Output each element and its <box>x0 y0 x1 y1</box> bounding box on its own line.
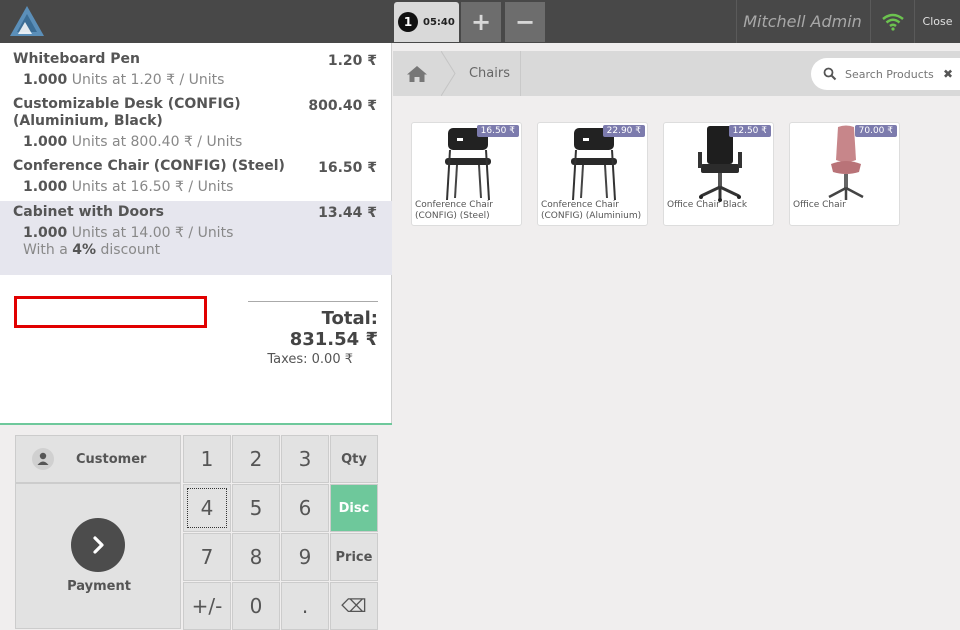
numpad-key-4[interactable]: 4 <box>183 484 231 532</box>
orderline-product-name: Cabinet with Doors <box>13 204 164 220</box>
numpad-key-dot[interactable]: . <box>281 582 329 630</box>
orderline-qty: 1.000 <box>23 72 68 88</box>
numpad-key-6[interactable]: 6 <box>281 484 329 532</box>
user-name: Mitchell Admin <box>736 0 868 43</box>
orderline-unit-info: Units at 14.00 ₹ / Units <box>71 225 234 241</box>
close-button[interactable]: Close <box>914 0 960 43</box>
orderline[interactable]: Whiteboard Pen 1.20 ₹ 1.000 Units at 1.2… <box>0 43 392 92</box>
orderline-info: 1.000 Units at 1.20 ₹ / Units <box>13 72 378 88</box>
add-order-button[interactable]: + <box>461 2 501 42</box>
orderline-price: 1.20 ₹ <box>327 53 377 69</box>
user-icon <box>32 448 54 470</box>
qty-mode-button[interactable]: Qty <box>330 435 378 483</box>
product-name: Conference Chair (CONFIG) (Aluminium) <box>541 200 642 221</box>
wifi-icon[interactable] <box>870 0 914 43</box>
orderline[interactable]: Customizable Desk (CONFIG) (Aluminium, B… <box>0 92 392 154</box>
numpad-key-plus-minus[interactable]: +/- <box>183 582 231 630</box>
numpad: 1 2 3 Qty 4 5 6 Disc 7 8 9 Price +/- 0 .… <box>183 435 379 630</box>
breadcrumb: Chairs ✖ <box>393 51 960 96</box>
orderline[interactable]: Conference Chair (CONFIG) (Steel) 16.50 … <box>0 154 392 199</box>
product-name: Office Chair Black <box>667 200 748 210</box>
numpad-key-5[interactable]: 5 <box>232 484 280 532</box>
search-box: ✖ <box>811 58 960 90</box>
product-catalog: Chairs ✖ 16.5 <box>393 43 960 628</box>
numpad-key-2[interactable]: 2 <box>232 435 280 483</box>
search-input[interactable] <box>845 67 941 81</box>
order-number-badge: 1 <box>398 12 418 32</box>
numpad-key-8[interactable]: 8 <box>232 533 280 581</box>
product-price-tag: 70.00 ₹ <box>854 125 897 137</box>
orderline-price: 13.44 ₹ <box>318 205 377 221</box>
order-taxes: Taxes: 0.00 ₹ <box>267 352 353 367</box>
orderline-qty: 1.000 <box>23 134 68 150</box>
orderline-unit-info: Units at 1.20 ₹ / Units <box>71 72 225 88</box>
clear-search-icon[interactable]: ✖ <box>943 67 953 81</box>
numpad-key-1[interactable]: 1 <box>183 435 231 483</box>
price-mode-button[interactable]: Price <box>330 533 378 581</box>
orderline-price: 800.40 ₹ <box>308 98 377 114</box>
product-card[interactable]: 12.50 ₹ Office Chair Black <box>663 122 774 226</box>
orderline-info: 1.000 Units at 800.40 ₹ / Units <box>13 134 378 150</box>
product-price-tag: 12.50 ₹ <box>728 125 771 137</box>
orderline-qty: 1.000 <box>23 179 68 195</box>
disc-mode-button[interactable]: Disc <box>330 484 378 532</box>
payment-button[interactable]: Payment <box>15 483 181 629</box>
product-card[interactable]: 16.50 ₹ Conference Chair (CONFIG) (Steel… <box>411 122 522 226</box>
person-icon <box>37 452 49 465</box>
orderline-product-name: Whiteboard Pen <box>13 51 141 67</box>
wifi-status-icon <box>881 13 904 31</box>
numpad-key-9[interactable]: 9 <box>281 533 329 581</box>
orderline-product-name: Conference Chair (CONFIG) (Steel) <box>13 158 285 174</box>
control-pad: Customer Payment 1 2 3 Qty 4 5 6 Disc 7 … <box>0 423 392 630</box>
product-card[interactable]: 70.00 ₹ Office Chair <box>789 122 900 226</box>
order-panel: Whiteboard Pen 1.20 ₹ 1.000 Units at 1.2… <box>0 43 392 630</box>
search-icon <box>823 67 837 81</box>
app-logo-icon <box>10 6 44 36</box>
product-name: Office Chair <box>793 200 846 210</box>
order-tab[interactable]: 1 05:40 <box>394 2 459 42</box>
numpad-key-3[interactable]: 3 <box>281 435 329 483</box>
backspace-icon[interactable]: ⌫ <box>330 582 378 630</box>
breadcrumb-chairs[interactable]: Chairs <box>459 51 521 96</box>
orderline-unit-info: Units at 16.50 ₹ / Units <box>71 179 234 195</box>
customer-button[interactable]: Customer <box>15 435 181 483</box>
order-summary: Total: 831.54 ₹ Taxes: 0.00 ₹ <box>248 301 378 367</box>
orderline-info: 1.000 Units at 16.50 ₹ / Units <box>13 179 378 195</box>
product-list: 16.50 ₹ Conference Chair (CONFIG) (Steel… <box>411 122 900 226</box>
product-price-tag: 22.90 ₹ <box>602 125 645 137</box>
discount-suffix: discount <box>100 242 161 258</box>
numpad-key-7[interactable]: 7 <box>183 533 231 581</box>
orderline-product-name: Customizable Desk (CONFIG) (Aluminium, B… <box>13 96 241 129</box>
discount-prefix: With a <box>23 242 68 258</box>
customer-label: Customer <box>76 451 147 467</box>
order-time: 05:40 <box>423 16 455 28</box>
payment-label: Payment <box>67 579 131 594</box>
orderline-selected[interactable]: Cabinet with Doors 13.44 ₹ 1.000 Units a… <box>0 201 392 275</box>
top-header: 1 05:40 + − Mitchell Admin Close <box>0 0 960 43</box>
orderlines-list: Whiteboard Pen 1.20 ₹ 1.000 Units at 1.2… <box>0 43 392 423</box>
order-total: Total: 831.54 ₹ <box>289 308 378 350</box>
product-card[interactable]: 22.90 ₹ Conference Chair (CONFIG) (Alumi… <box>537 122 648 226</box>
discount-value: 4% <box>72 242 97 258</box>
product-price-tag: 16.50 ₹ <box>476 125 519 137</box>
remove-order-button[interactable]: − <box>505 2 545 42</box>
numpad-key-0[interactable]: 0 <box>232 582 280 630</box>
arrow-icon <box>93 536 104 554</box>
house-icon <box>407 65 427 82</box>
product-name: Conference Chair (CONFIG) (Steel) <box>415 200 493 221</box>
orderline-qty: 1.000 <box>23 225 68 241</box>
orderline-unit-info: Units at 800.40 ₹ / Units <box>71 134 243 150</box>
home-icon[interactable] <box>393 51 441 96</box>
discount-highlight-box <box>14 296 207 328</box>
chevron-right-icon <box>71 518 125 572</box>
orderline-price: 16.50 ₹ <box>318 160 377 176</box>
orderline-discount: With a 4% discount <box>13 241 378 271</box>
breadcrumb-separator-icon <box>441 51 456 96</box>
orderline-info: 1.000 Units at 14.00 ₹ / Units <box>13 225 378 241</box>
